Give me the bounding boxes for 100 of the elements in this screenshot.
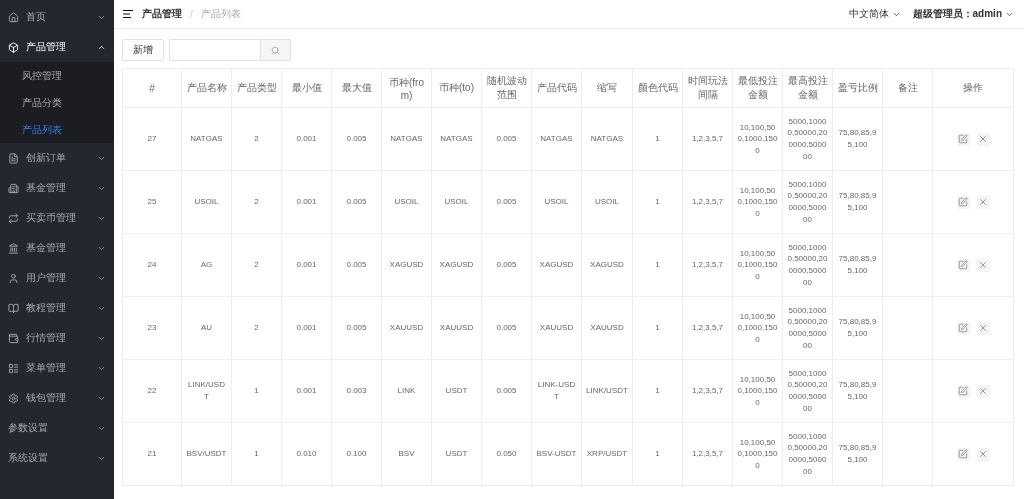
edit-button[interactable] [956, 258, 970, 272]
table-cell: 75,80,85,95,100 [832, 170, 883, 234]
table-cell: 0.005 [481, 107, 532, 171]
edit-icon [958, 323, 968, 333]
column-header: 产品名称 [181, 68, 232, 108]
menu-toggle-icon[interactable] [122, 8, 134, 20]
bank-icon [8, 242, 19, 254]
column-header: 产品类型 [231, 68, 282, 108]
menu-item[interactable]: 买卖币管理 [0, 203, 114, 233]
submenu-item[interactable]: 产品分类 [0, 89, 114, 116]
menu-item[interactable]: 基金管理 [0, 173, 114, 203]
table-cell: LINK-USDT [531, 359, 582, 423]
table-cell: 2 [231, 107, 282, 171]
table-cell: 25 [122, 170, 182, 234]
submenu-item[interactable]: 风控管理 [0, 62, 114, 89]
table-cell: 75,80,85,95,100 [832, 359, 883, 423]
table-cell: USOIL [581, 170, 633, 234]
edit-button[interactable] [956, 321, 970, 335]
table-cell: 0.001 [281, 296, 332, 360]
table-cell: NATGAS [431, 107, 482, 171]
table-cell: USOIL [531, 170, 582, 234]
search-field[interactable] [169, 39, 261, 61]
table-cell: NATGAS [581, 107, 633, 171]
column-header: 产品代码 [531, 68, 582, 108]
close-icon [978, 386, 988, 396]
table-cell: 10,100,500,1000,1500 [732, 170, 783, 234]
table-cell: 5000,10000,50000,200000,500000 [782, 170, 833, 234]
column-header: 缩写 [581, 68, 633, 108]
document-icon [8, 152, 19, 164]
table-cell: 0.005 [481, 359, 532, 423]
table-cell: 0.005 [481, 233, 532, 297]
menu-item[interactable]: 基金管理 [0, 233, 114, 263]
delete-button[interactable] [976, 321, 990, 335]
table-cell: 10,100,500,1000,1500 [732, 107, 783, 171]
table-cell: 0.001 [281, 359, 332, 423]
column-header: 最高投注金额 [782, 68, 833, 108]
table-cell: 1,2,3,5,7 [682, 107, 733, 171]
menu-item[interactable]: 钱包管理 [0, 383, 114, 413]
settings-icon [8, 392, 19, 404]
table-cell: 0.005 [331, 170, 382, 234]
language-selector[interactable]: 中文简体 [848, 7, 901, 21]
close-icon [978, 197, 988, 207]
table-cell: 75,80,85,95,100 [832, 422, 883, 486]
table-cell: USDT [431, 359, 482, 423]
table-cell: 5000,10000,50000,200000,500000 [782, 296, 833, 360]
table-cell: 5000,10000,50000,200000,500000 [782, 359, 833, 423]
table-cell: 1 [632, 359, 683, 423]
delete-button[interactable] [976, 447, 990, 461]
delete-button[interactable] [976, 258, 990, 272]
menu-item[interactable]: 行情管理 [0, 323, 114, 353]
search-button[interactable] [261, 39, 291, 61]
edit-button[interactable] [956, 447, 970, 461]
home-icon [8, 11, 19, 23]
table-cell: 1 [632, 233, 683, 297]
user-menu[interactable]: 超级管理员：admin [912, 7, 1014, 21]
table-cell: 0.005 [481, 296, 532, 360]
table-cell: XAUUSD [531, 296, 582, 360]
table-cell: BSV [381, 422, 432, 486]
table-cell: 5000,10000,50000,200000,500000 [782, 107, 833, 171]
submenu-item[interactable]: 产品列表 [0, 116, 114, 143]
table-cell: 1,2,3,5,7 [682, 422, 733, 486]
user-icon [8, 272, 19, 284]
breadcrumb-item: 产品列表 [200, 7, 241, 21]
delete-button[interactable] [976, 384, 990, 398]
add-button[interactable]: 新增 [122, 39, 164, 61]
delete-button[interactable] [976, 132, 990, 146]
column-header: 币种(to) [431, 68, 482, 108]
box-icon [8, 41, 19, 53]
wallet-icon [8, 332, 19, 344]
menu-item[interactable]: 菜单管理 [0, 353, 114, 383]
table-cell: 75,80,85,95,100 [832, 107, 883, 171]
table-cell: 1 [231, 422, 282, 486]
breadcrumb-item[interactable]: 产品管理 [142, 7, 182, 21]
table-cell: USOIL [381, 170, 432, 234]
table-cell: 1 [231, 359, 282, 423]
menu-item[interactable]: 参数设置 [0, 413, 114, 443]
menu-item[interactable]: 用户管理 [0, 263, 114, 293]
table-cell: 2 [231, 170, 282, 234]
table-cell: 0.003 [331, 359, 382, 423]
table-cell: 0.001 [281, 107, 332, 171]
edit-button[interactable] [956, 384, 970, 398]
table-cell: 5000,10000,50000,200000,500000 [782, 233, 833, 297]
table-cell: 10,100,500,1000,1500 [732, 359, 783, 423]
table-cell: XRP/USDT [581, 422, 633, 486]
menu-item[interactable]: 产品管理 [0, 32, 114, 62]
edit-button[interactable] [956, 132, 970, 146]
table-cell: LINK/USDT [181, 359, 232, 423]
building-icon [8, 182, 19, 194]
table-cell: XAUUSD [431, 296, 482, 360]
delete-button[interactable] [976, 195, 990, 209]
menu-item[interactable]: 创新订单 [0, 143, 114, 173]
table-cell: 27 [122, 107, 182, 171]
menu-item[interactable]: 首页 [0, 2, 114, 32]
column-header: 币种(from) [381, 68, 432, 108]
table-cell: XAGUSD [581, 233, 633, 297]
table-cell: 75,80,85,95,100 [832, 296, 883, 360]
edit-button[interactable] [956, 195, 970, 209]
menu-item[interactable]: 教程管理 [0, 293, 114, 323]
column-header: 随机波动范围 [481, 68, 532, 108]
menu-item[interactable]: 系统设置 [0, 443, 114, 473]
